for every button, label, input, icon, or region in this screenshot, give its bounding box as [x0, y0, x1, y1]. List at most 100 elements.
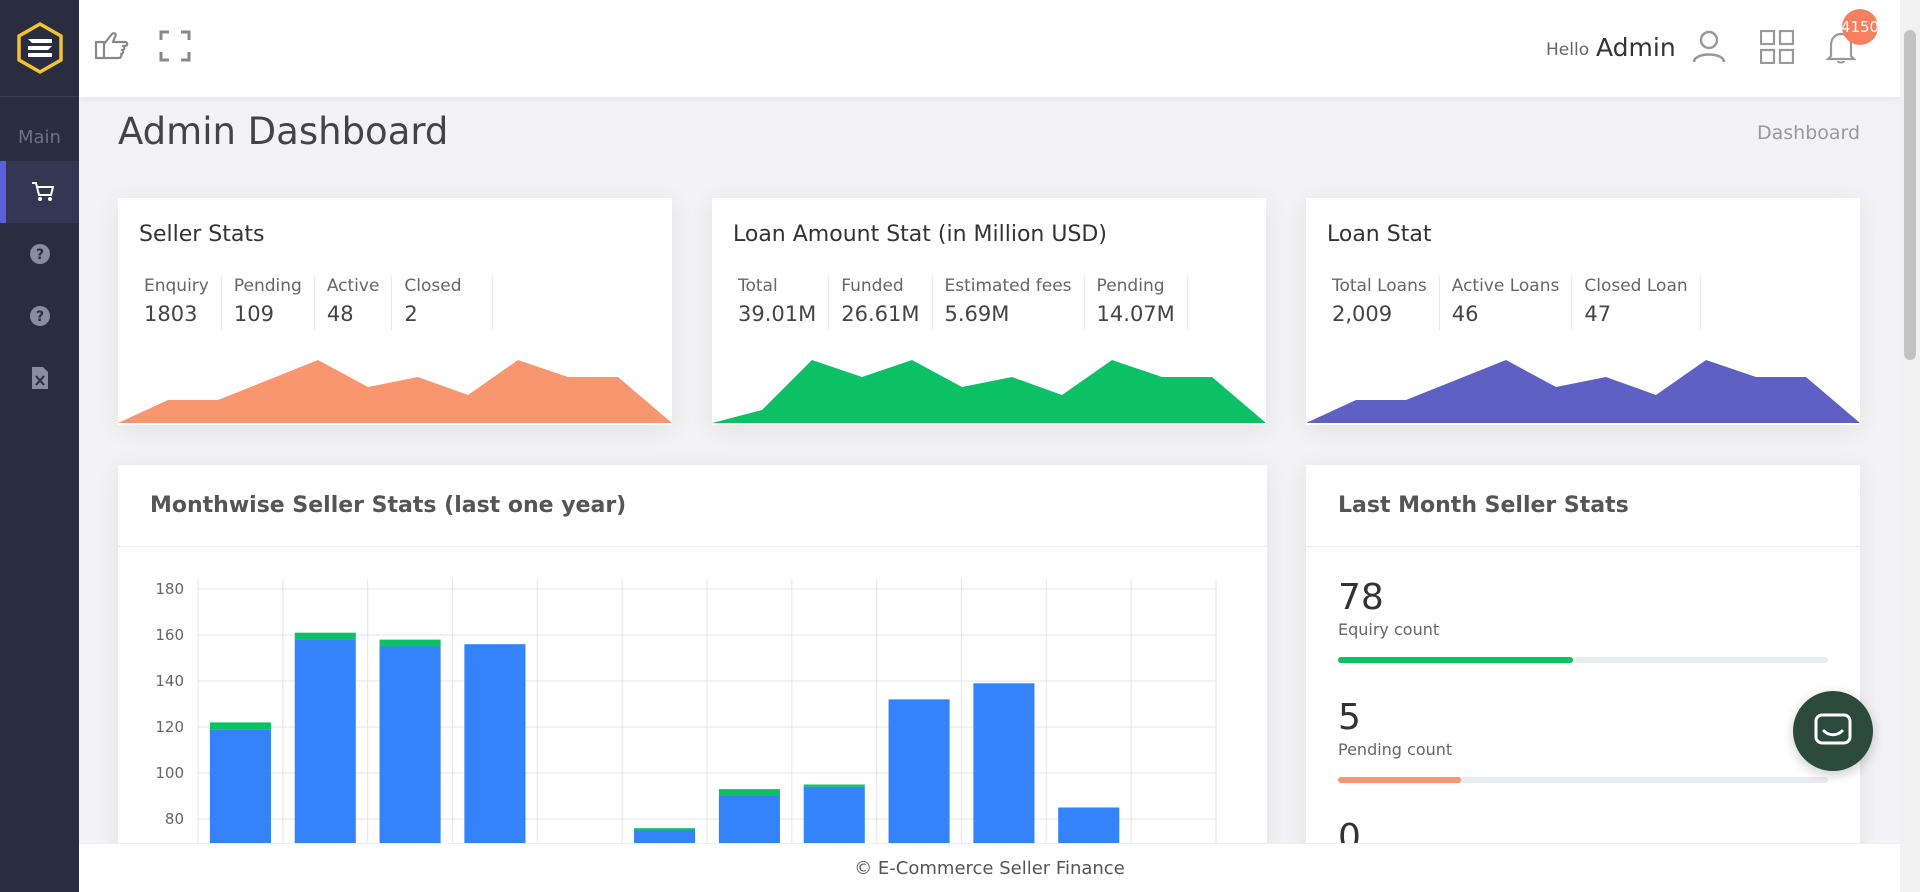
stat-value: 2 [404, 302, 418, 326]
progress-fill [1338, 777, 1461, 783]
stat-value: 47 [1584, 302, 1612, 326]
help-circle-icon: ? [29, 244, 50, 264]
sidebar-item-help-2[interactable]: ? [0, 285, 79, 347]
stat-label: Enquiry [144, 276, 209, 296]
card-title: Loan Amount Stat (in Million USD) [733, 222, 1107, 247]
excel-file-icon [31, 367, 48, 389]
bar-segment [209, 722, 271, 730]
metric-value: 5 [1338, 697, 1361, 738]
bar-segment [379, 646, 441, 865]
stat-total: Total 39.01M [733, 276, 830, 330]
stat-label: Funded [841, 276, 904, 296]
y-tick-label: 140 [155, 672, 184, 690]
loan-amount-sparkline [712, 360, 1266, 423]
user-profile-icon[interactable] [1691, 28, 1727, 68]
stat-label: Active [326, 276, 380, 296]
loan-amount-card: Loan Amount Stat (in Million USD) Total 3… [712, 198, 1266, 425]
stat-active: Active 48 [322, 276, 393, 330]
progress-bar-pending [1338, 777, 1828, 783]
bar-segment [634, 828, 696, 831]
stat-value: 109 [233, 302, 274, 326]
stat-value: 39.01M [738, 302, 817, 326]
fullscreen-icon[interactable] [159, 30, 191, 66]
metric-equiry: 78 Equiry count [1338, 577, 1439, 639]
y-tick-label: 80 [165, 810, 184, 828]
bar-segment [973, 683, 1035, 865]
footer: © E-Commerce Seller Finance [79, 843, 1900, 892]
y-tick-label: 160 [155, 626, 184, 644]
seller-stats-card: Seller Stats Enquiry 1803 Pending 109 Acti… [118, 198, 672, 425]
bar-segment [379, 639, 441, 647]
stat-label: Total Loans [1332, 276, 1427, 296]
cart-icon [31, 182, 54, 201]
stat-label: Estimated fees [944, 276, 1072, 296]
y-tick-label: 100 [155, 764, 184, 782]
stat-value: 46 [1451, 302, 1479, 326]
stat-funded: Funded 26.61M [836, 276, 933, 330]
stat-label: Closed [404, 276, 462, 296]
apps-grid-icon[interactable] [1759, 29, 1795, 68]
logo[interactable] [0, 0, 79, 97]
metric-pending: 5 Pending count [1338, 697, 1452, 759]
stat-estimated-fees: Estimated fees 5.69M [940, 276, 1085, 330]
page-title: Admin Dashboard [118, 110, 449, 153]
sidebar-item-help-1[interactable]: ? [0, 223, 79, 285]
stat-label: Pending [1096, 276, 1165, 296]
stat-pending: Pending 109 [229, 276, 315, 330]
notification-badge: 4150 [1841, 9, 1879, 45]
stat-value: 5.69M [944, 302, 1010, 326]
scrollbar-thumb[interactable] [1904, 30, 1916, 360]
svg-text:?: ? [35, 247, 43, 263]
stat-label: Total [738, 276, 778, 296]
svg-text:?: ? [35, 309, 43, 325]
bar-segment [888, 699, 950, 865]
bar-segment [294, 639, 356, 865]
sidebar-item-excel[interactable] [0, 347, 79, 409]
stat-value: 2,009 [1332, 302, 1393, 326]
loan-stat-sparkline [1306, 360, 1860, 423]
bar-segment [718, 789, 780, 796]
breadcrumb[interactable]: Dashboard [1757, 122, 1860, 144]
chat-icon [1814, 713, 1852, 745]
brand-logo-icon [16, 21, 63, 75]
progress-bar-equiry [1338, 657, 1828, 663]
stat-group: Total 39.01M Funded 26.61M Estimated fees 5… [733, 276, 1195, 330]
sidebar: Main ? ? [0, 0, 79, 892]
stat-pending: Pending 14.07M [1092, 276, 1188, 330]
stat-closed-loan: Closed Loan 47 [1579, 276, 1701, 330]
stat-active-loans: Active Loans 46 [1447, 276, 1573, 330]
metric-label: Equiry count [1338, 620, 1440, 639]
sidebar-section-label: Main [18, 127, 61, 148]
stat-value: 14.07M [1096, 302, 1175, 326]
sidebar-item-cart[interactable] [0, 161, 79, 223]
help-circle-icon: ? [29, 306, 50, 326]
y-tick-label: 180 [155, 580, 184, 598]
stat-label: Active Loans [1451, 276, 1560, 296]
progress-fill [1338, 657, 1574, 663]
y-tick-label: 120 [155, 718, 184, 736]
hello-text: Hello [1546, 40, 1590, 60]
page-scrollbar[interactable] [1900, 0, 1920, 892]
stat-group: Enquiry 1803 Pending 109 Active 48 Closed 2 [139, 276, 500, 330]
stat-value: 1803 [144, 302, 198, 326]
chat-launcher-button[interactable] [1793, 691, 1873, 771]
monthwise-chart-card: Monthwise Seller Stats (last one year) 1… [118, 465, 1267, 892]
stat-label: Pending [233, 276, 302, 296]
metric-label: Pending count [1338, 740, 1453, 759]
thumb-pointer-icon[interactable] [93, 28, 129, 66]
stat-value: 48 [326, 302, 354, 326]
stat-closed: Closed 2 [399, 276, 493, 330]
card-title: Loan Stat [1327, 222, 1432, 247]
user-name[interactable]: Admin [1596, 33, 1676, 62]
stat-total-loans: Total Loans 2,009 [1327, 276, 1440, 330]
card-title: Last Month Seller Stats [1306, 465, 1860, 547]
seller-sparkline [118, 360, 672, 423]
stat-label: Closed Loan [1584, 276, 1688, 296]
stat-group: Total Loans 2,009 Active Loans 46 Closed L… [1327, 276, 1708, 330]
bar-segment [294, 632, 356, 640]
monthwise-bar-chart: 180 160 140 120 100 80 [155, 579, 1217, 865]
card-title: Seller Stats [139, 222, 265, 247]
stat-value: 26.61M [841, 302, 920, 326]
last-month-card: Last Month Seller Stats 78 Equiry count … [1306, 465, 1860, 892]
card-title: Monthwise Seller Stats (last one year) [118, 465, 1267, 547]
